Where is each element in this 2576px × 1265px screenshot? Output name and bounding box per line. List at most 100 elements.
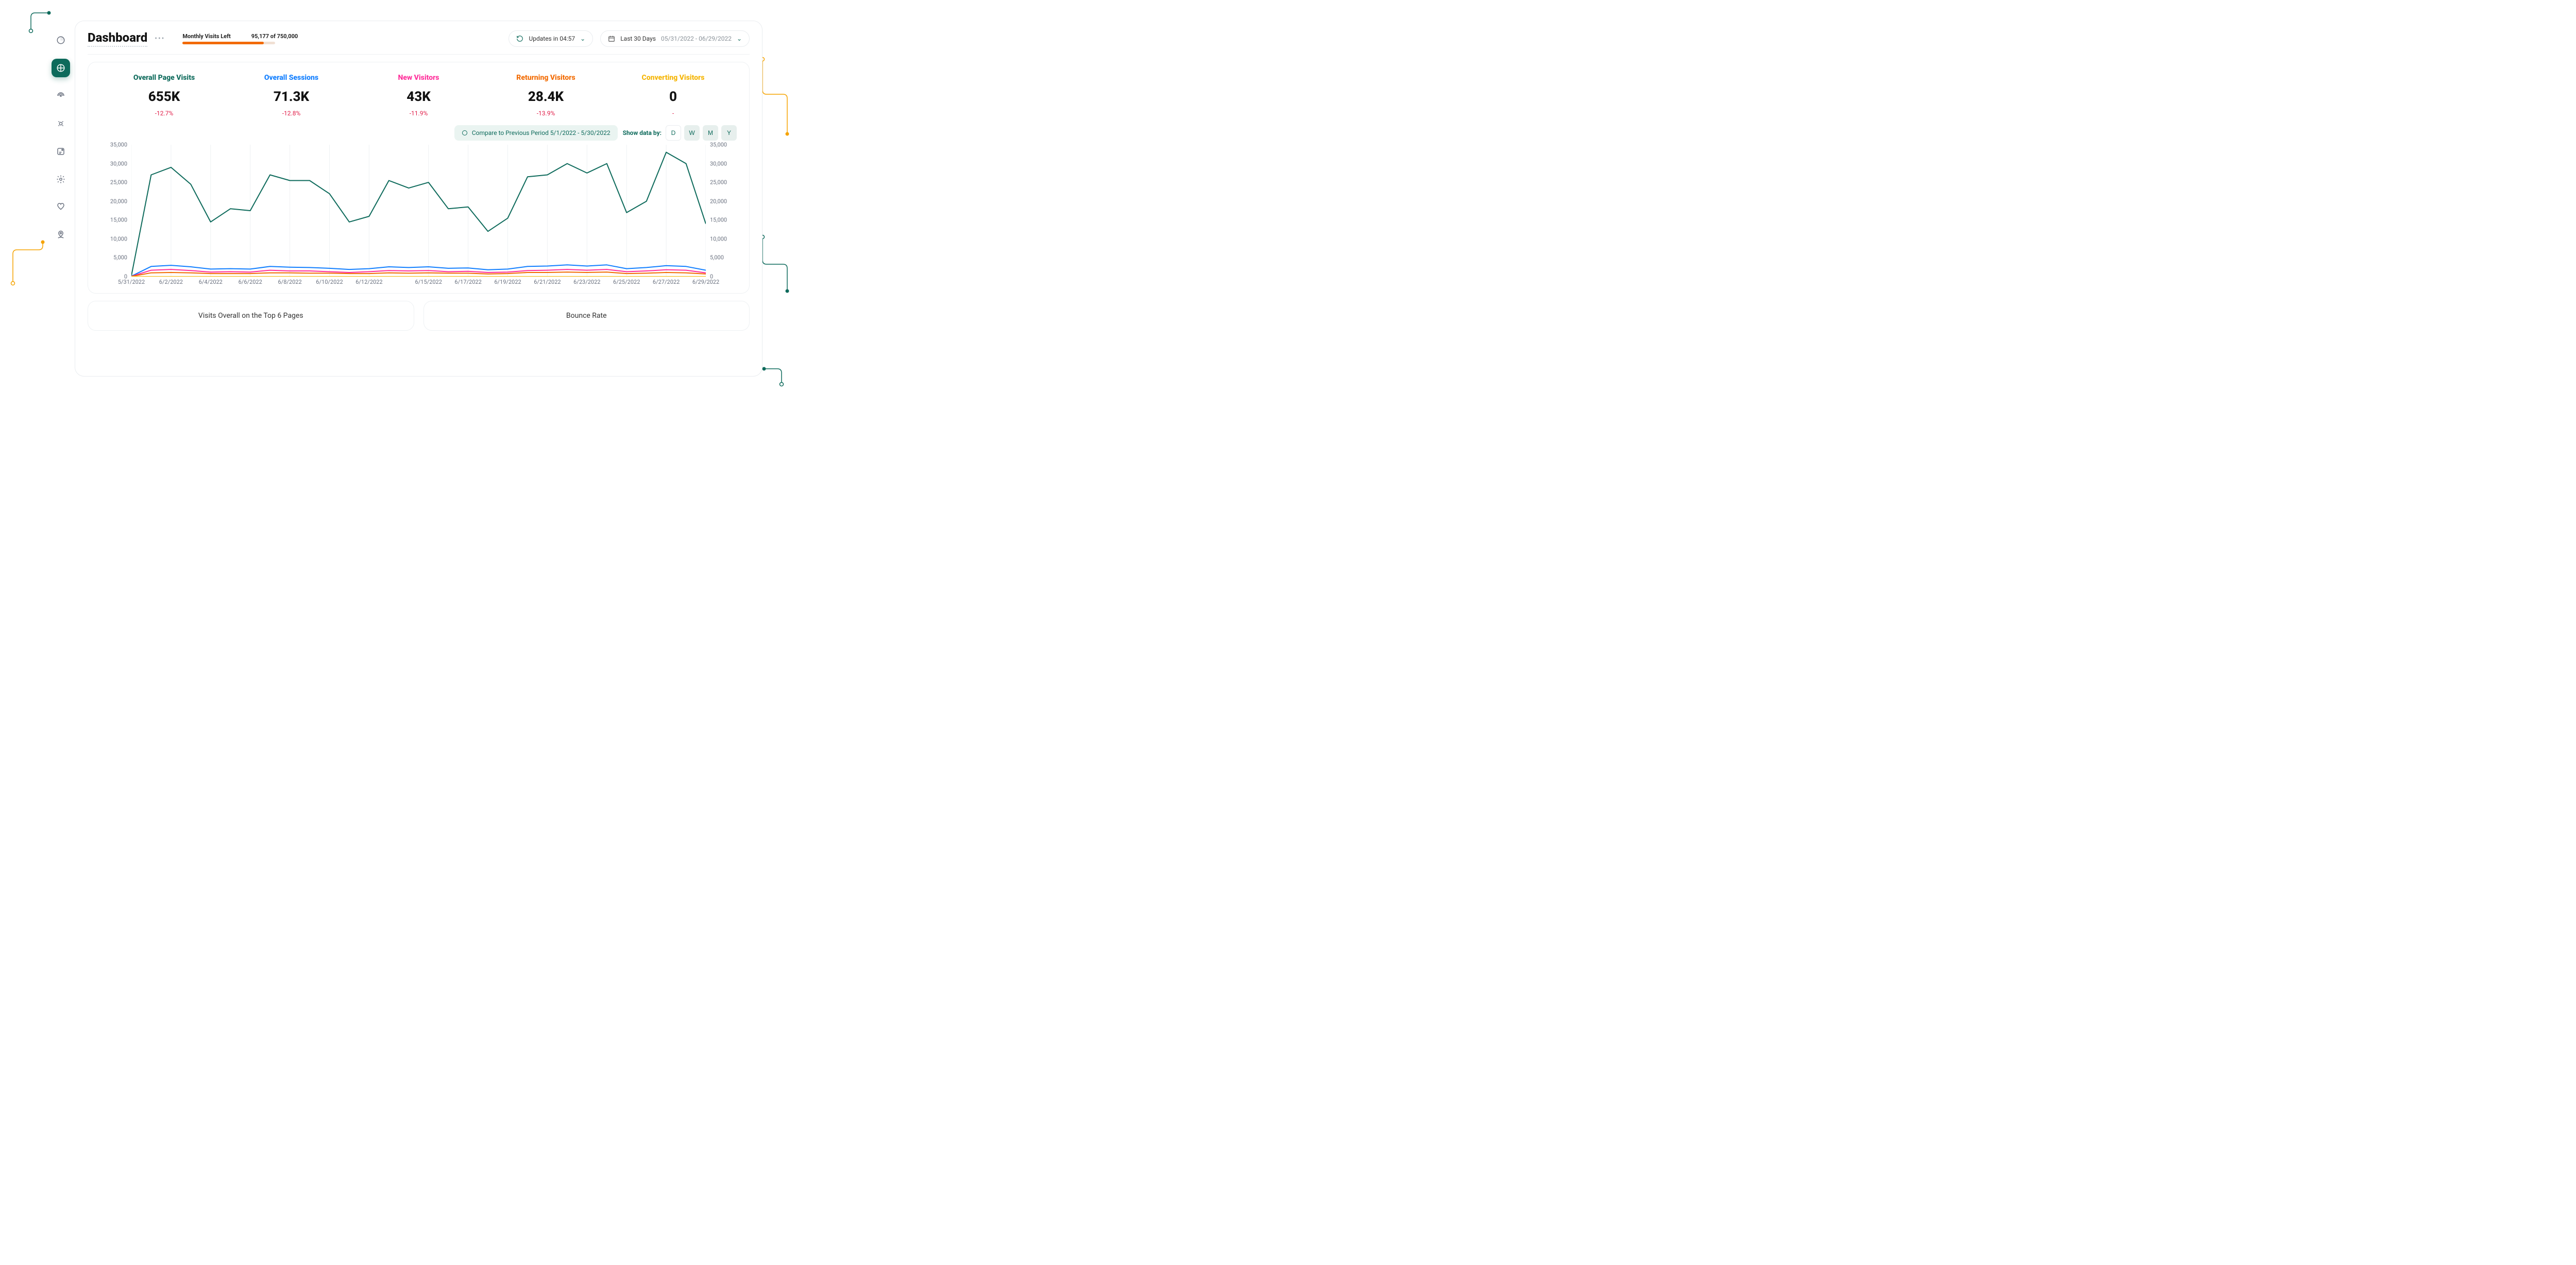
kpi-delta: -11.9% bbox=[355, 110, 482, 117]
seg-year[interactable]: Y bbox=[721, 125, 737, 141]
kpi-label: Converting Visitors bbox=[609, 74, 737, 82]
x-tick: 6/21/2022 bbox=[534, 279, 561, 285]
radio-empty-icon bbox=[462, 130, 468, 136]
x-tick: 6/15/2022 bbox=[415, 279, 442, 285]
x-tick: 6/2/2022 bbox=[159, 279, 183, 285]
x-tick: 6/6/2022 bbox=[239, 279, 262, 285]
refresh-icon bbox=[516, 35, 523, 42]
subcards-row: Visits Overall on the Top 6 Pages Bounce… bbox=[88, 301, 750, 331]
nav-favorites[interactable] bbox=[52, 198, 70, 216]
quota-label: Monthly Visits Left bbox=[182, 33, 230, 40]
x-tick: 6/8/2022 bbox=[278, 279, 301, 285]
y-tick: 15,000 bbox=[100, 217, 127, 224]
nav-dashboard[interactable] bbox=[52, 59, 70, 77]
kpi-value: 0 bbox=[609, 89, 737, 105]
kpi-card: Overall Page Visits655K-12.7%Overall Ses… bbox=[88, 62, 750, 294]
x-tick: 6/17/2022 bbox=[454, 279, 481, 285]
sidebar bbox=[46, 21, 75, 377]
subcard-title: Bounce Rate bbox=[566, 312, 607, 320]
x-tick: 6/19/2022 bbox=[494, 279, 521, 285]
chart-lines bbox=[131, 145, 706, 277]
chevron-down-icon: ⌄ bbox=[580, 35, 585, 42]
kpi-delta: -12.8% bbox=[228, 110, 355, 117]
x-tick: 6/12/2022 bbox=[355, 279, 382, 285]
y-tick: 25,000 bbox=[710, 179, 737, 186]
compare-pill[interactable]: Compare to Previous Period 5/1/2022 - 5/… bbox=[454, 125, 618, 141]
nav-settings[interactable] bbox=[52, 170, 70, 189]
kpi-value: 655K bbox=[100, 89, 228, 105]
x-axis: 5/31/20226/2/20226/4/20226/6/20226/8/202… bbox=[131, 279, 706, 289]
compare-label: Compare to Previous Period 5/1/2022 - 5/… bbox=[472, 129, 611, 136]
seg-day[interactable]: D bbox=[666, 125, 681, 141]
y-tick: 15,000 bbox=[710, 217, 737, 224]
x-tick: 6/25/2022 bbox=[613, 279, 640, 285]
series-returning-visitors bbox=[131, 272, 706, 277]
y-axis-left: 05,00010,00015,00020,00025,00030,00035,0… bbox=[100, 145, 127, 277]
y-tick: 30,000 bbox=[100, 160, 127, 167]
decor-right-bottom bbox=[760, 364, 786, 387]
kpi-label: New Visitors bbox=[355, 74, 482, 82]
quota-bar-fill bbox=[182, 42, 263, 44]
kpi-label: Overall Sessions bbox=[228, 74, 355, 82]
updates-pill[interactable]: Updates in 04:57 ⌄ bbox=[509, 30, 593, 47]
y-tick: 25,000 bbox=[100, 179, 127, 186]
x-tick: 6/10/2022 bbox=[316, 279, 343, 285]
kpi-delta: - bbox=[609, 110, 737, 117]
quota-block: Monthly Visits Left 95,177 of 750,000 bbox=[182, 33, 298, 44]
x-tick: 6/27/2022 bbox=[653, 279, 680, 285]
nav-location[interactable] bbox=[52, 226, 70, 244]
series-overall-page-visits bbox=[131, 152, 706, 276]
kpi[interactable]: Converting Visitors 0 - bbox=[609, 74, 737, 117]
kpi-row: Overall Page Visits655K-12.7%Overall Ses… bbox=[100, 74, 737, 122]
nav-item-1[interactable] bbox=[52, 31, 70, 49]
kpi[interactable]: Overall Sessions 71.3K -12.8% bbox=[228, 74, 355, 117]
x-tick: 5/31/2022 bbox=[118, 279, 145, 285]
header: Dashboard ••• Monthly Visits Left 95,177… bbox=[88, 30, 750, 55]
kpi-value: 71.3K bbox=[228, 89, 355, 105]
decor-left bbox=[10, 240, 46, 286]
y-tick: 5,000 bbox=[710, 254, 737, 261]
x-tick: 6/23/2022 bbox=[573, 279, 600, 285]
seg-week[interactable]: W bbox=[684, 125, 700, 141]
kpi-delta: -12.7% bbox=[100, 110, 228, 117]
kpi-value: 43K bbox=[355, 89, 482, 105]
nav-item-4[interactable] bbox=[52, 114, 70, 133]
date-range-pill[interactable]: Last 30 Days 05/31/2022 - 06/29/2022 ⌄ bbox=[600, 30, 750, 47]
kpi[interactable]: Returning Visitors 28.4K -13.9% bbox=[482, 74, 609, 117]
quota-value: 95,177 of 750,000 bbox=[251, 33, 298, 40]
y-axis-right: 05,00010,00015,00020,00025,00030,00035,0… bbox=[710, 145, 737, 277]
kpi-value: 28.4K bbox=[482, 89, 609, 105]
calendar-icon bbox=[608, 35, 615, 42]
x-tick: 6/4/2022 bbox=[199, 279, 223, 285]
chart-controls: Compare to Previous Period 5/1/2022 - 5/… bbox=[100, 125, 737, 141]
quota-bar bbox=[182, 42, 275, 44]
subcard-title: Visits Overall on the Top 6 Pages bbox=[198, 312, 303, 320]
chart: 05,00010,00015,00020,00025,00030,00035,0… bbox=[100, 145, 737, 289]
y-tick: 30,000 bbox=[710, 160, 737, 167]
kpi[interactable]: Overall Page Visits 655K -12.7% bbox=[100, 74, 228, 117]
kpi[interactable]: New Visitors 43K -11.9% bbox=[355, 74, 482, 117]
kpi-label: Returning Visitors bbox=[482, 74, 609, 82]
main-panel: Dashboard ••• Monthly Visits Left 95,177… bbox=[75, 21, 762, 377]
y-tick: 35,000 bbox=[100, 142, 127, 148]
y-tick: 10,000 bbox=[710, 235, 737, 242]
y-tick: 10,000 bbox=[100, 235, 127, 242]
y-tick: 5,000 bbox=[100, 254, 127, 261]
date-range-label: Last 30 Days bbox=[620, 35, 656, 42]
nav-item-3[interactable] bbox=[52, 87, 70, 105]
showby-label: Show data by: bbox=[623, 129, 662, 136]
updates-label: Updates in 04:57 bbox=[529, 35, 575, 42]
kpi-label: Overall Page Visits bbox=[100, 74, 228, 82]
date-range-value: 05/31/2022 - 06/29/2022 bbox=[661, 35, 732, 42]
decor-right-top bbox=[760, 57, 791, 139]
x-tick: 6/29/2022 bbox=[692, 279, 719, 285]
page-title: Dashboard bbox=[88, 30, 147, 47]
subcard-bounce-rate[interactable]: Bounce Rate bbox=[423, 301, 750, 331]
kpi-delta: -13.9% bbox=[482, 110, 609, 117]
subcard-top-pages[interactable]: Visits Overall on the Top 6 Pages bbox=[88, 301, 414, 331]
more-menu[interactable]: ••• bbox=[155, 35, 165, 43]
seg-month[interactable]: M bbox=[703, 125, 718, 141]
nav-item-5[interactable] bbox=[52, 142, 70, 161]
decor-right-mid bbox=[760, 234, 791, 296]
chevron-down-icon: ⌄ bbox=[737, 35, 742, 42]
